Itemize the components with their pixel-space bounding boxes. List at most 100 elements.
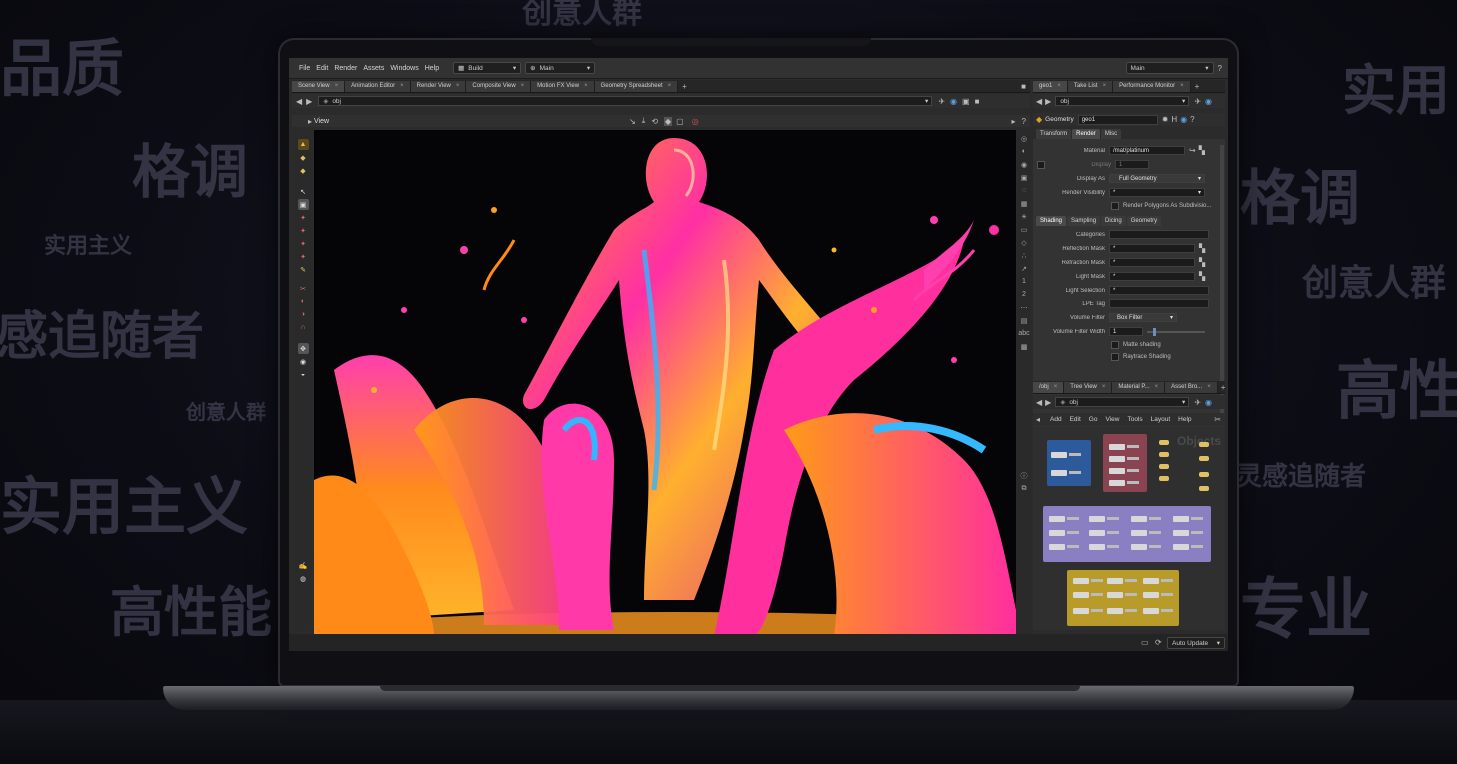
camera-icon[interactable]: ▭ [1020,225,1029,234]
abc-icon[interactable]: abc [1018,329,1029,338]
tab-scene-view[interactable]: Scene View × [292,80,346,92]
help-book-icon[interactable]: H [1171,115,1177,124]
menu-help[interactable]: Help [425,65,439,72]
display-tool-icon[interactable]: ▢ [676,117,684,126]
network-node[interactable] [1073,608,1103,614]
light-node[interactable] [1159,440,1169,445]
close-icon[interactable]: × [335,83,339,89]
display-field[interactable]: 1 [1115,160,1149,169]
mask-picker-icon[interactable]: ▚ [1199,244,1205,253]
categories-field[interactable] [1109,230,1209,239]
light-node[interactable] [1199,442,1209,447]
forward-arrow-icon[interactable]: ▶ [1045,398,1051,407]
lock-icon[interactable]: ▣ [297,199,309,210]
network-node[interactable] [1131,544,1161,550]
menu-go[interactable]: Go [1089,416,1098,423]
ghost-icon[interactable]: ◌ [1020,186,1029,195]
light-node[interactable] [1199,456,1209,461]
normals-icon[interactable]: ↗ [1020,264,1029,273]
tab-render-view[interactable]: Render View × [410,80,467,92]
back-arrow-icon[interactable]: ◀ [1036,97,1042,106]
close-icon[interactable]: × [1155,384,1159,390]
handle-mode-icon[interactable]: ✥ [297,343,309,354]
network-node[interactable] [1109,456,1139,462]
copy-icon[interactable]: ⧉ [1020,484,1029,493]
close-icon[interactable]: × [521,83,525,89]
info-icon[interactable]: ⓘ [1020,471,1029,480]
volume-filter-width-slider[interactable] [1147,327,1205,336]
close-icon[interactable]: × [1103,83,1107,89]
light-node[interactable] [1159,452,1169,457]
desktop-dropdown[interactable]: ▦ Build ▾ [453,62,522,74]
light-node[interactable] [1159,464,1169,469]
visibility-icon[interactable]: ◉ [1020,160,1029,169]
tab-misc[interactable]: Misc [1100,129,1122,139]
network-node[interactable] [1131,530,1161,536]
cycle-tool-icon[interactable]: ⟲ [651,117,658,126]
network-box-blue[interactable] [1047,440,1091,486]
maximize-icon[interactable]: ■ [975,97,980,106]
scene-viewport[interactable] [314,130,1016,636]
network-node[interactable] [1051,452,1081,458]
pane-menu-icon[interactable]: ■ [1021,82,1026,91]
network-node[interactable] [1049,544,1079,550]
gear-icon[interactable]: ✹ [1162,115,1169,124]
record-icon[interactable]: ◎ [692,117,699,126]
split-icon[interactable]: ▣ [962,97,970,106]
menu-tools[interactable]: Tools [1127,416,1142,423]
rig-tool-icon[interactable]: ✦ [298,251,309,262]
link-icon[interactable]: ◉ [950,97,957,106]
wrench-icon[interactable]: ✂ [1214,415,1221,424]
menu-render[interactable]: Render [334,65,357,72]
material-picker-icon[interactable]: ▚ [1199,146,1205,155]
network-node[interactable] [1109,468,1139,474]
tab-material-palette[interactable]: Material P... × [1112,381,1166,393]
close-icon[interactable]: × [1054,384,1058,390]
one-icon[interactable]: 1 [1020,277,1029,286]
menu-add[interactable]: Add [1050,416,1062,423]
measure-tool-icon[interactable]: ◐ [298,296,309,307]
close-icon[interactable]: × [668,83,672,89]
slider-handle[interactable] [1153,327,1156,336]
network-path-field[interactable]: ◈ obj ▾ [1055,397,1190,407]
display-checkbox[interactable] [1037,160,1045,169]
lpe-tag-field[interactable] [1109,299,1209,308]
network-node[interactable] [1049,516,1079,522]
viewport-menu-icon[interactable]: ▸ [1012,117,1016,126]
network-node[interactable] [1109,444,1139,450]
network-box-purple[interactable] [1043,506,1211,562]
light-mask-field[interactable]: * [1109,272,1195,281]
edges-icon[interactable]: ⋯ [1020,303,1029,312]
select-tool-icon[interactable]: ↘ [629,117,636,126]
flip-icon[interactable]: ◒ [298,369,309,380]
network-node[interactable] [1107,592,1137,598]
network-node[interactable] [1073,592,1103,598]
two-icon[interactable]: 2 [1020,290,1029,299]
menu-edit[interactable]: Edit [316,65,328,72]
tab-animation-editor[interactable]: Animation Editor × [345,80,411,92]
volume-filter-width-field[interactable]: 1 [1109,327,1143,336]
camera-tool-icon[interactable]: ◆ [664,116,673,126]
material-jump-icon[interactable]: ↪ [1189,146,1196,155]
network-node[interactable] [1173,544,1203,550]
scene-tool-icon[interactable]: ▲ [297,139,309,150]
network-node[interactable] [1107,578,1137,584]
network-node[interactable] [1089,530,1119,536]
light-icon[interactable]: ☀ [1020,212,1029,221]
network-node[interactable] [1107,608,1137,614]
tab-shading[interactable]: Shading [1036,216,1067,226]
menu-windows[interactable]: Windows [390,65,418,72]
auto-update-dropdown[interactable]: Auto Update ▾ [1167,637,1225,649]
back-arrow-icon[interactable]: ◀ [296,97,302,106]
network-box-red[interactable] [1103,434,1147,492]
network-node[interactable] [1073,578,1103,584]
pin-icon[interactable]: ✈ [1194,398,1201,407]
pivot-icon[interactable]: ◉ [298,356,309,367]
network-node[interactable] [1109,480,1139,486]
left-path-field[interactable]: ◈ obj ▾ [318,96,933,106]
handle-tool-icon[interactable]: ✦ [298,225,309,236]
pin-icon[interactable]: ✈ [938,97,945,106]
network-node[interactable] [1173,516,1203,522]
menu-edit[interactable]: Edit [1070,416,1081,423]
add-tab-icon[interactable]: + [682,82,687,91]
